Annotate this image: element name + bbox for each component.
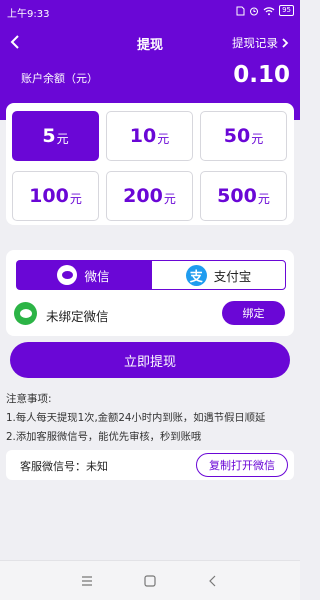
amount-unit: 元 bbox=[251, 131, 264, 146]
tab-wechat-label: 微信 bbox=[84, 268, 110, 284]
chevron-right-icon bbox=[282, 38, 289, 48]
status-bar: 上午9:33 95 bbox=[0, 0, 300, 22]
service-wechat-row: 客服微信号：未知 复制打开微信 bbox=[6, 450, 294, 480]
amount-unit: 元 bbox=[56, 131, 69, 146]
amount-option-50[interactable]: 50 元 bbox=[200, 111, 287, 161]
tab-alipay[interactable]: 支 支付宝 bbox=[151, 260, 286, 290]
bind-button[interactable]: 绑定 bbox=[222, 301, 285, 325]
notes-line-2: 2.添加客服微信号，能优先审核，秒到账哦 bbox=[6, 431, 202, 443]
balance-value: 0.10 bbox=[233, 62, 290, 88]
amount-option-10[interactable]: 10 元 bbox=[106, 111, 193, 161]
amount-unit: 元 bbox=[69, 191, 82, 206]
notes-heading: 注意事项: bbox=[6, 393, 52, 405]
amount-unit: 元 bbox=[163, 191, 176, 206]
withdraw-now-button[interactable]: 立即提现 bbox=[10, 342, 290, 378]
no-sim-icon bbox=[236, 6, 245, 15]
withdraw-record-label: 提现记录 bbox=[232, 36, 278, 50]
amount-options-card: 5元 10 元 50 元 100 元 200 元 500 元 bbox=[6, 103, 294, 225]
bind-status-text: 未绑定微信 bbox=[46, 309, 109, 324]
notes-section: 注意事项: 1.每人每天提现1次,金额24小时内到账，如遇节假日顺延 2.添加客… bbox=[6, 390, 296, 447]
tab-alipay-label: 支付宝 bbox=[213, 268, 252, 284]
status-icons: 95 bbox=[236, 5, 294, 16]
system-nav-bar bbox=[0, 560, 300, 600]
alarm-icon bbox=[250, 7, 259, 15]
service-wechat-label: 客服微信号：未知 bbox=[20, 460, 108, 473]
amount-option-500[interactable]: 500 元 bbox=[200, 171, 287, 221]
withdraw-record-link[interactable]: 提现记录 bbox=[232, 35, 290, 51]
amount-option-5[interactable]: 5元 bbox=[12, 111, 99, 161]
menu-icon[interactable] bbox=[67, 569, 107, 593]
wechat-icon bbox=[57, 265, 78, 285]
home-icon[interactable] bbox=[130, 569, 170, 593]
balance-label: 账户余额（元） bbox=[21, 72, 98, 85]
tab-wechat[interactable]: 微信 bbox=[16, 260, 151, 290]
amount-value: 10 bbox=[129, 124, 157, 147]
amount-option-200[interactable]: 200 元 bbox=[106, 171, 193, 221]
alipay-icon: 支 bbox=[185, 264, 207, 286]
header-banner: 上午9:33 95 提现 提现记录 账户余额（元） 0.10 bbox=[0, 0, 300, 120]
wifi-icon bbox=[263, 6, 275, 15]
status-time: 上午9:33 bbox=[7, 9, 50, 20]
amount-value: 50 bbox=[223, 124, 251, 147]
wechat-icon bbox=[14, 302, 37, 325]
back-icon[interactable] bbox=[193, 569, 233, 593]
amount-value: 200 bbox=[123, 184, 163, 207]
notes-line-1: 1.每人每天提现1次,金额24小时内到账，如遇节假日顺延 bbox=[6, 412, 266, 424]
amount-unit: 元 bbox=[157, 131, 170, 146]
amount-option-100[interactable]: 100 元 bbox=[12, 171, 99, 221]
copy-open-wechat-button[interactable]: 复制打开微信 bbox=[196, 453, 288, 477]
amount-value: 5 bbox=[42, 124, 56, 147]
payment-method-card: 微信 支 支付宝 未绑定微信 绑定 bbox=[6, 250, 294, 336]
amount-value: 100 bbox=[29, 184, 69, 207]
amount-unit: 元 bbox=[257, 191, 270, 206]
amount-value: 500 bbox=[217, 184, 257, 207]
battery-icon: 95 bbox=[279, 5, 294, 16]
